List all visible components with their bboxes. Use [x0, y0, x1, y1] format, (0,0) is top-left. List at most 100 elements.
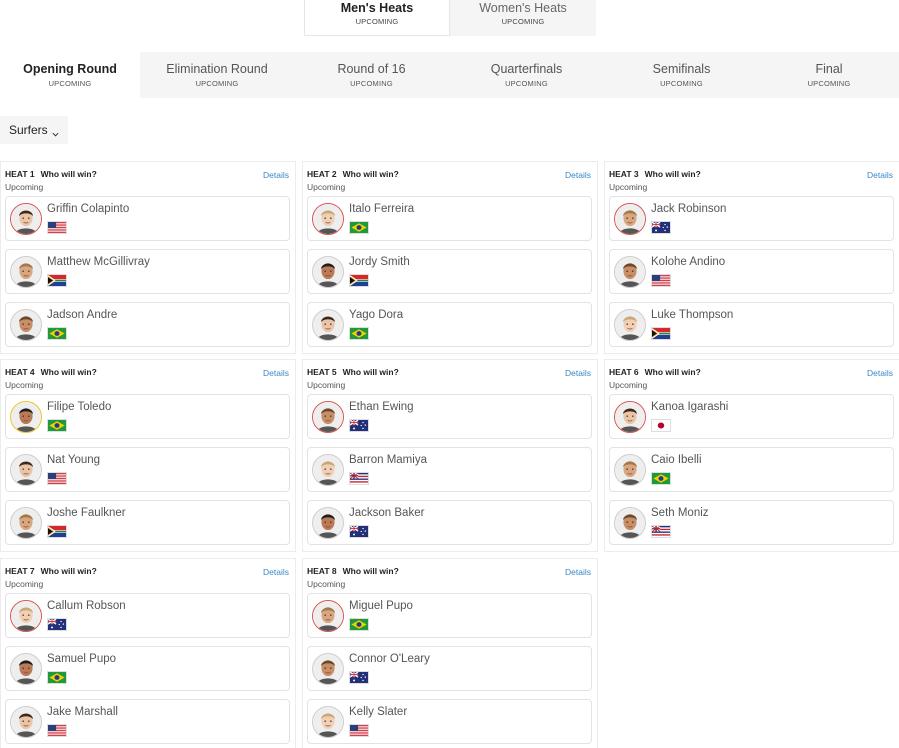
brazil-flag-icon	[47, 419, 67, 432]
surfer-card[interactable]: Yago Dora	[307, 302, 592, 347]
surfer-card[interactable]: Miguel Pupo	[307, 593, 592, 638]
surfer-card[interactable]: Barron Mamiya	[307, 447, 592, 492]
tab-mens-heats[interactable]: Men's Heats UPCOMING	[304, 0, 450, 36]
tab-status: UPCOMING	[195, 79, 239, 88]
surfer-name: Yago Dora	[349, 309, 404, 321]
surfer-card[interactable]: Samuel Pupo	[5, 646, 290, 691]
heat-question: Who will win?	[342, 367, 399, 377]
tab-status: UPCOMING	[350, 79, 393, 88]
avatar	[312, 203, 344, 235]
heat-header: HEAT 7 Who will win?	[5, 566, 97, 576]
heat-header: HEAT 4 Who will win?	[5, 367, 97, 377]
south-africa-flag-icon	[349, 274, 369, 287]
south-africa-flag-icon	[651, 327, 671, 340]
surfer-name: Caio Ibelli	[651, 454, 702, 466]
surfer-card[interactable]: Seth Moniz	[609, 500, 894, 545]
surfer-name: Kelly Slater	[349, 706, 408, 718]
tab-label: Elimination Round	[166, 62, 268, 76]
surfer-card[interactable]: Nat Young	[5, 447, 290, 492]
surfer-card[interactable]: Caio Ibelli	[609, 447, 894, 492]
avatar	[312, 309, 344, 341]
heat-status: Upcoming	[5, 182, 44, 192]
avatar	[312, 706, 344, 738]
surfer-card[interactable]: Kanoa Igarashi	[609, 394, 894, 439]
surfer-card[interactable]: Joshe Faulkner	[5, 500, 290, 545]
surfers-dropdown-label: Surfers	[9, 123, 48, 137]
avatar	[10, 600, 42, 632]
avatar	[10, 309, 42, 341]
avatar	[312, 600, 344, 632]
heat-card: HEAT 6 Who will win? Upcoming Details Kanoa …	[604, 359, 899, 552]
heat-number: HEAT 8	[307, 566, 337, 576]
surfer-name: Jake Marshall	[47, 706, 118, 718]
surfer-card[interactable]: Italo Ferreira	[307, 196, 592, 241]
australia-flag-icon	[349, 419, 369, 432]
south-africa-flag-icon	[47, 274, 67, 287]
surfer-name: Ethan Ewing	[349, 401, 414, 413]
surfer-card[interactable]: Jadson Andre	[5, 302, 290, 347]
surfer-name: Italo Ferreira	[349, 203, 415, 215]
surfer-card[interactable]: Jackson Baker	[307, 500, 592, 545]
south-africa-flag-icon	[47, 525, 67, 538]
tab-label: Round of 16	[337, 62, 406, 76]
tab-opening-round[interactable]: Opening Round UPCOMING	[0, 52, 140, 98]
tab-label: Men's Heats	[340, 1, 414, 15]
surfer-card[interactable]: Matthew McGillivray	[5, 249, 290, 294]
heat-card: HEAT 1 Who will win? Upcoming Details Griffi…	[0, 161, 296, 354]
heat-question: Who will win?	[644, 367, 701, 377]
heat-question: Who will win?	[40, 169, 97, 179]
surfer-card[interactable]: Kolohe Andino	[609, 249, 894, 294]
avatar	[10, 507, 42, 539]
heat-header: HEAT 2 Who will win?	[307, 169, 399, 179]
surfer-card[interactable]: Filipe Toledo	[5, 394, 290, 439]
surfers-dropdown[interactable]: Surfers	[0, 116, 68, 144]
surfer-name: Callum Robson	[47, 600, 126, 612]
details-link[interactable]: Details	[565, 170, 591, 180]
australia-flag-icon	[651, 221, 671, 234]
avatar	[614, 203, 646, 235]
heat-status: Upcoming	[5, 579, 44, 589]
avatar	[10, 706, 42, 738]
surfer-card[interactable]: Jake Marshall	[5, 699, 290, 744]
surfer-card[interactable]: Ethan Ewing	[307, 394, 592, 439]
surfer-card[interactable]: Callum Robson	[5, 593, 290, 638]
avatar	[10, 653, 42, 685]
details-link[interactable]: Details	[565, 567, 591, 577]
usa-flag-icon	[651, 274, 671, 287]
surfer-card[interactable]: Luke Thompson	[609, 302, 894, 347]
tab-quarterfinals[interactable]: Quarterfinals UPCOMING	[449, 52, 604, 98]
tab-final[interactable]: Final UPCOMING	[759, 52, 899, 98]
surfer-name: Miguel Pupo	[349, 600, 413, 612]
surfer-card[interactable]: Griffin Colapinto	[5, 196, 290, 241]
usa-flag-icon	[47, 472, 67, 485]
avatar	[312, 256, 344, 288]
gender-tabs: Men's Heats UPCOMING Women's Heats UPCOM…	[304, 0, 596, 36]
details-link[interactable]: Details	[867, 170, 893, 180]
details-link[interactable]: Details	[565, 368, 591, 378]
tab-status: UPCOMING	[501, 17, 545, 26]
heat-number: HEAT 6	[609, 367, 639, 377]
tab-status: UPCOMING	[660, 79, 703, 88]
details-link[interactable]: Details	[263, 567, 289, 577]
details-link[interactable]: Details	[263, 170, 289, 180]
surfer-name: Jadson Andre	[47, 309, 118, 321]
details-link[interactable]: Details	[263, 368, 289, 378]
tab-elimination-round[interactable]: Elimination Round UPCOMING	[140, 52, 294, 98]
heat-number: HEAT 3	[609, 169, 639, 179]
tab-label: Women's Heats	[479, 1, 567, 15]
heat-question: Who will win?	[40, 367, 97, 377]
tab-semifinals[interactable]: Semifinals UPCOMING	[604, 52, 759, 98]
avatar	[312, 507, 344, 539]
tab-womens-heats[interactable]: Women's Heats UPCOMING	[450, 0, 596, 36]
tab-round-of-16[interactable]: Round of 16 UPCOMING	[294, 52, 449, 98]
surfer-card[interactable]: Jordy Smith	[307, 249, 592, 294]
surfer-card[interactable]: Jack Robinson	[609, 196, 894, 241]
australia-flag-icon	[349, 525, 369, 538]
heat-card: HEAT 4 Who will win? Upcoming Details Filipe…	[0, 359, 296, 552]
heat-number: HEAT 4	[5, 367, 35, 377]
details-link[interactable]: Details	[867, 368, 893, 378]
heat-status: Upcoming	[307, 182, 346, 192]
heat-status: Upcoming	[307, 380, 346, 390]
surfer-card[interactable]: Connor O'Leary	[307, 646, 592, 691]
surfer-card[interactable]: Kelly Slater	[307, 699, 592, 744]
